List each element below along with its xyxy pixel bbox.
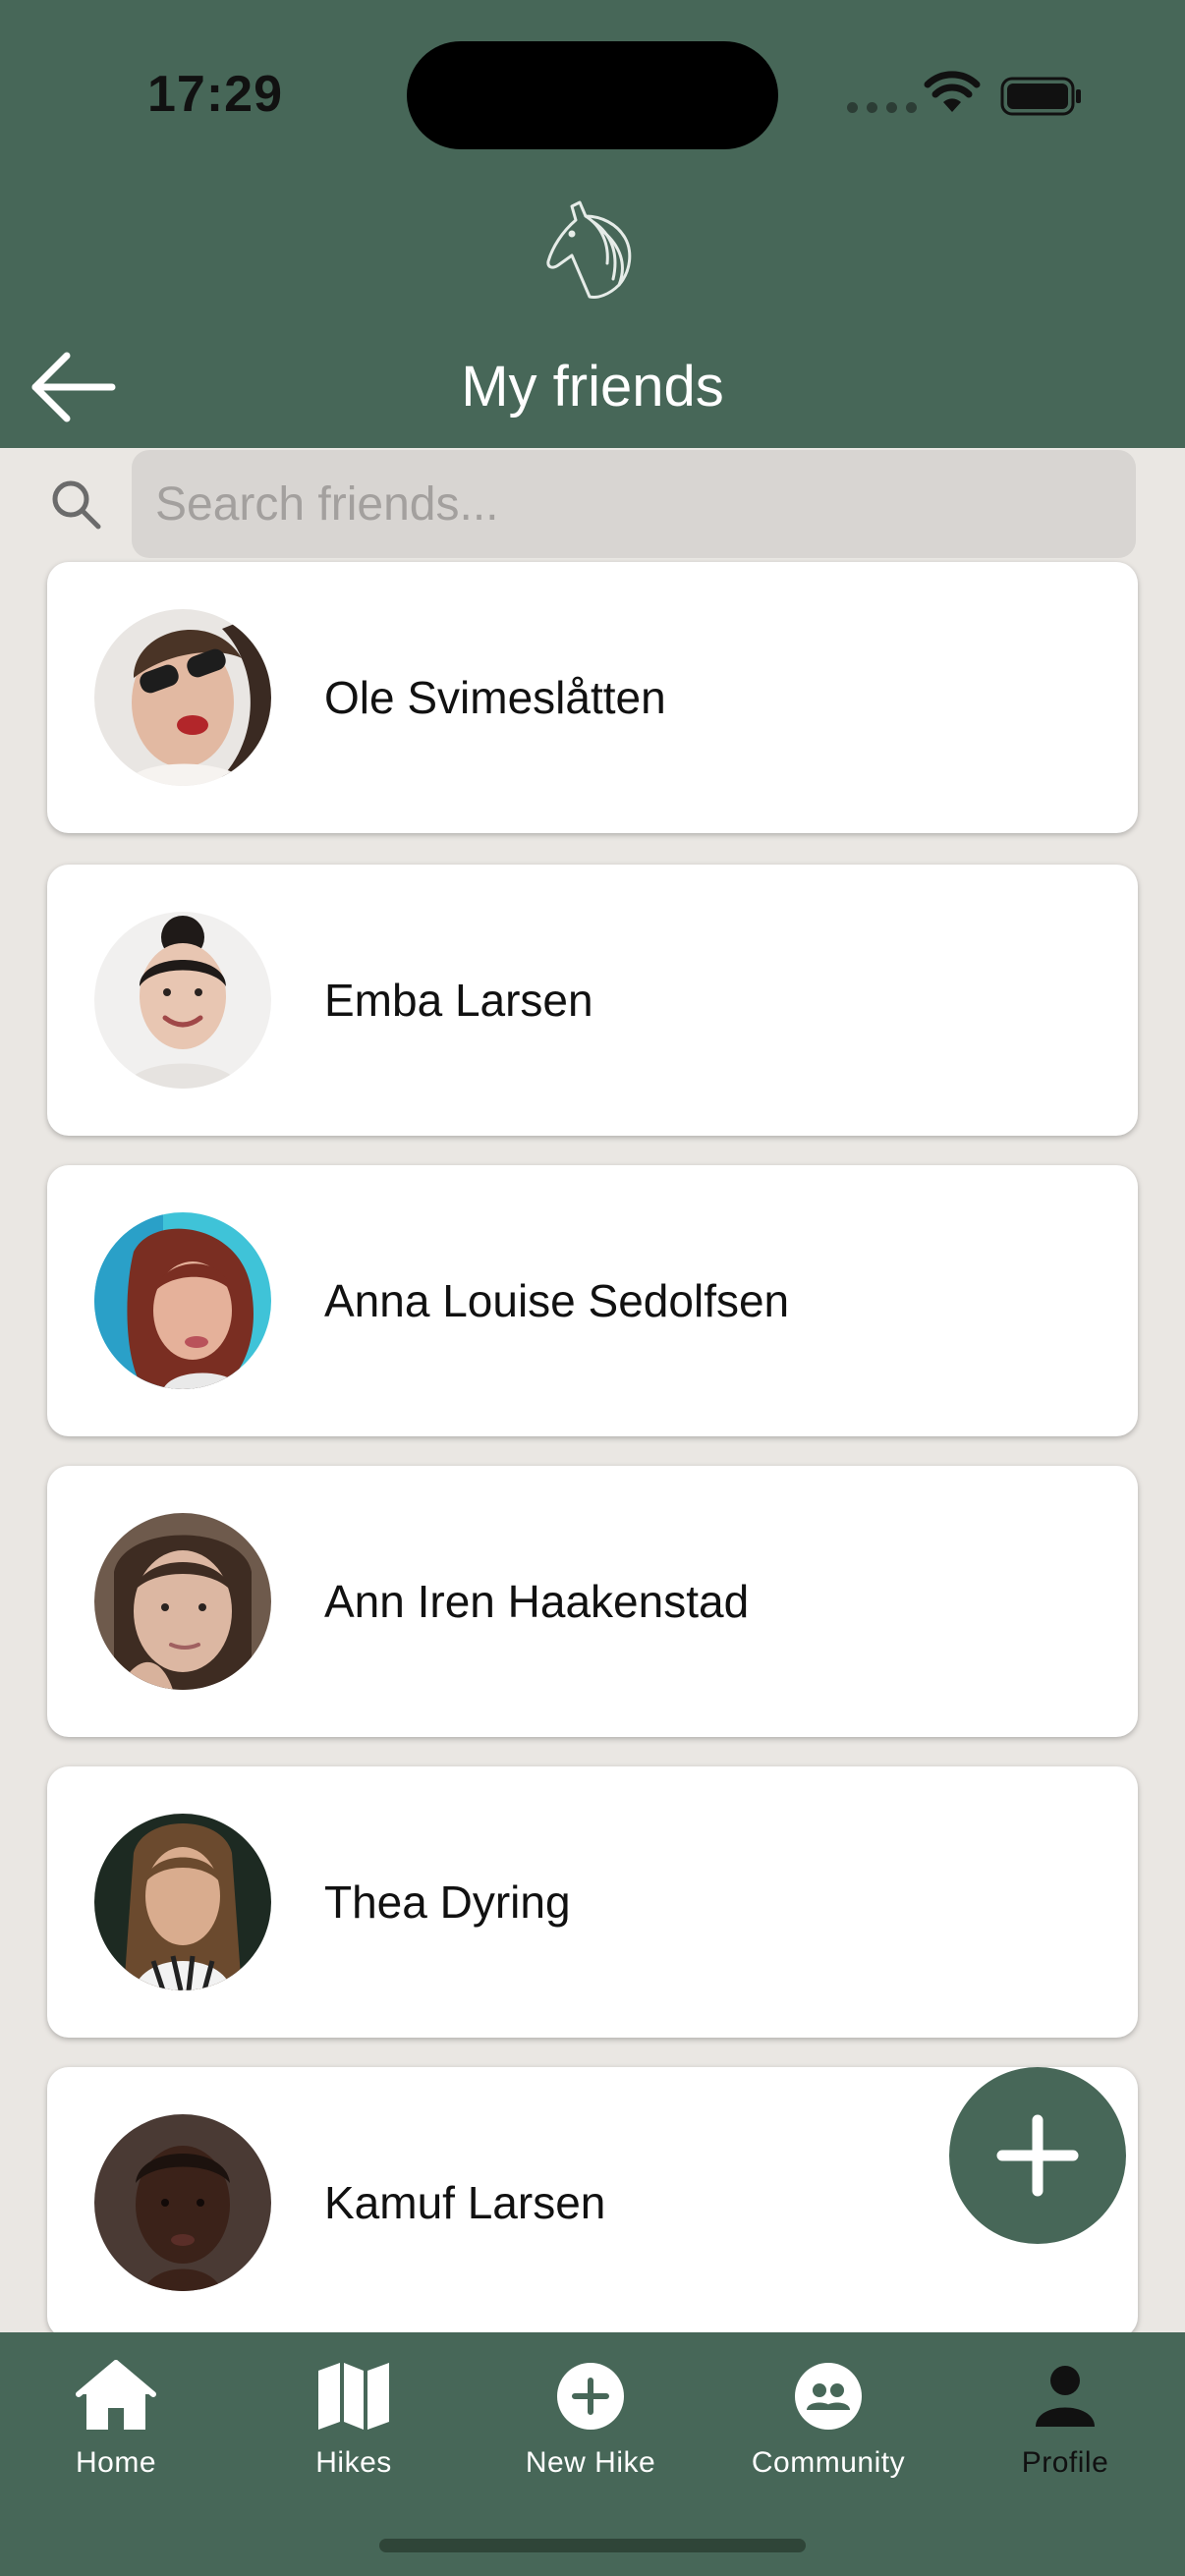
avatar — [94, 912, 271, 1089]
friend-card[interactable]: Emba Larsen — [47, 865, 1138, 1136]
people-icon — [795, 2363, 862, 2430]
add-friend-button[interactable] — [949, 2067, 1126, 2244]
tab-hikes[interactable]: Hikes — [255, 2352, 452, 2499]
app-header: 17:29 My friends — [0, 0, 1185, 448]
cellular-signal-icon — [847, 102, 917, 113]
wifi-icon — [924, 71, 981, 112]
horse-logo-icon — [546, 200, 632, 299]
tab-label: New Hike — [525, 2446, 656, 2479]
avatar — [94, 1814, 271, 1990]
avatar — [94, 609, 271, 786]
status-time: 17:29 — [147, 66, 283, 123]
friend-name: Anna Louise Sedolfsen — [324, 1275, 790, 1326]
tab-label: Home — [75, 2446, 157, 2479]
plus-circle-icon — [557, 2363, 624, 2430]
tab-label: Community — [751, 2446, 906, 2479]
dynamic-island — [407, 41, 778, 149]
friend-name: Ann Iren Haakenstad — [324, 1576, 750, 1627]
home-icon — [76, 2360, 156, 2430]
friend-name: Kamuf Larsen — [324, 2177, 606, 2228]
avatar — [94, 1212, 271, 1389]
search-icon — [52, 480, 101, 530]
tab-profile[interactable]: Profile — [967, 2352, 1163, 2499]
friend-name: Thea Dyring — [324, 1876, 571, 1928]
friend-card[interactable]: Ole Svimeslåtten — [47, 562, 1138, 833]
friend-name: Emba Larsen — [324, 975, 593, 1026]
tab-label: Profile — [1021, 2446, 1109, 2479]
friend-name: Ole Svimeslåtten — [324, 672, 666, 723]
person-icon — [1036, 2366, 1095, 2427]
tab-label: Hikes — [315, 2446, 392, 2479]
tab-community[interactable]: Community — [730, 2352, 927, 2499]
plus-icon — [996, 2114, 1079, 2197]
avatar — [94, 1513, 271, 1690]
tab-home[interactable]: Home — [18, 2352, 214, 2499]
page-title: My friends — [461, 355, 724, 419]
map-icon — [318, 2363, 389, 2430]
battery-icon — [1000, 77, 1081, 116]
tab-new-hike[interactable]: New Hike — [492, 2352, 689, 2499]
friend-card[interactable]: Ann Iren Haakenstad — [47, 1466, 1138, 1737]
search-input[interactable] — [132, 450, 1136, 558]
home-indicator — [379, 2539, 806, 2552]
friend-card[interactable]: Thea Dyring — [47, 1766, 1138, 2038]
avatar — [94, 2114, 271, 2291]
friend-card[interactable]: Anna Louise Sedolfsen — [47, 1165, 1138, 1436]
